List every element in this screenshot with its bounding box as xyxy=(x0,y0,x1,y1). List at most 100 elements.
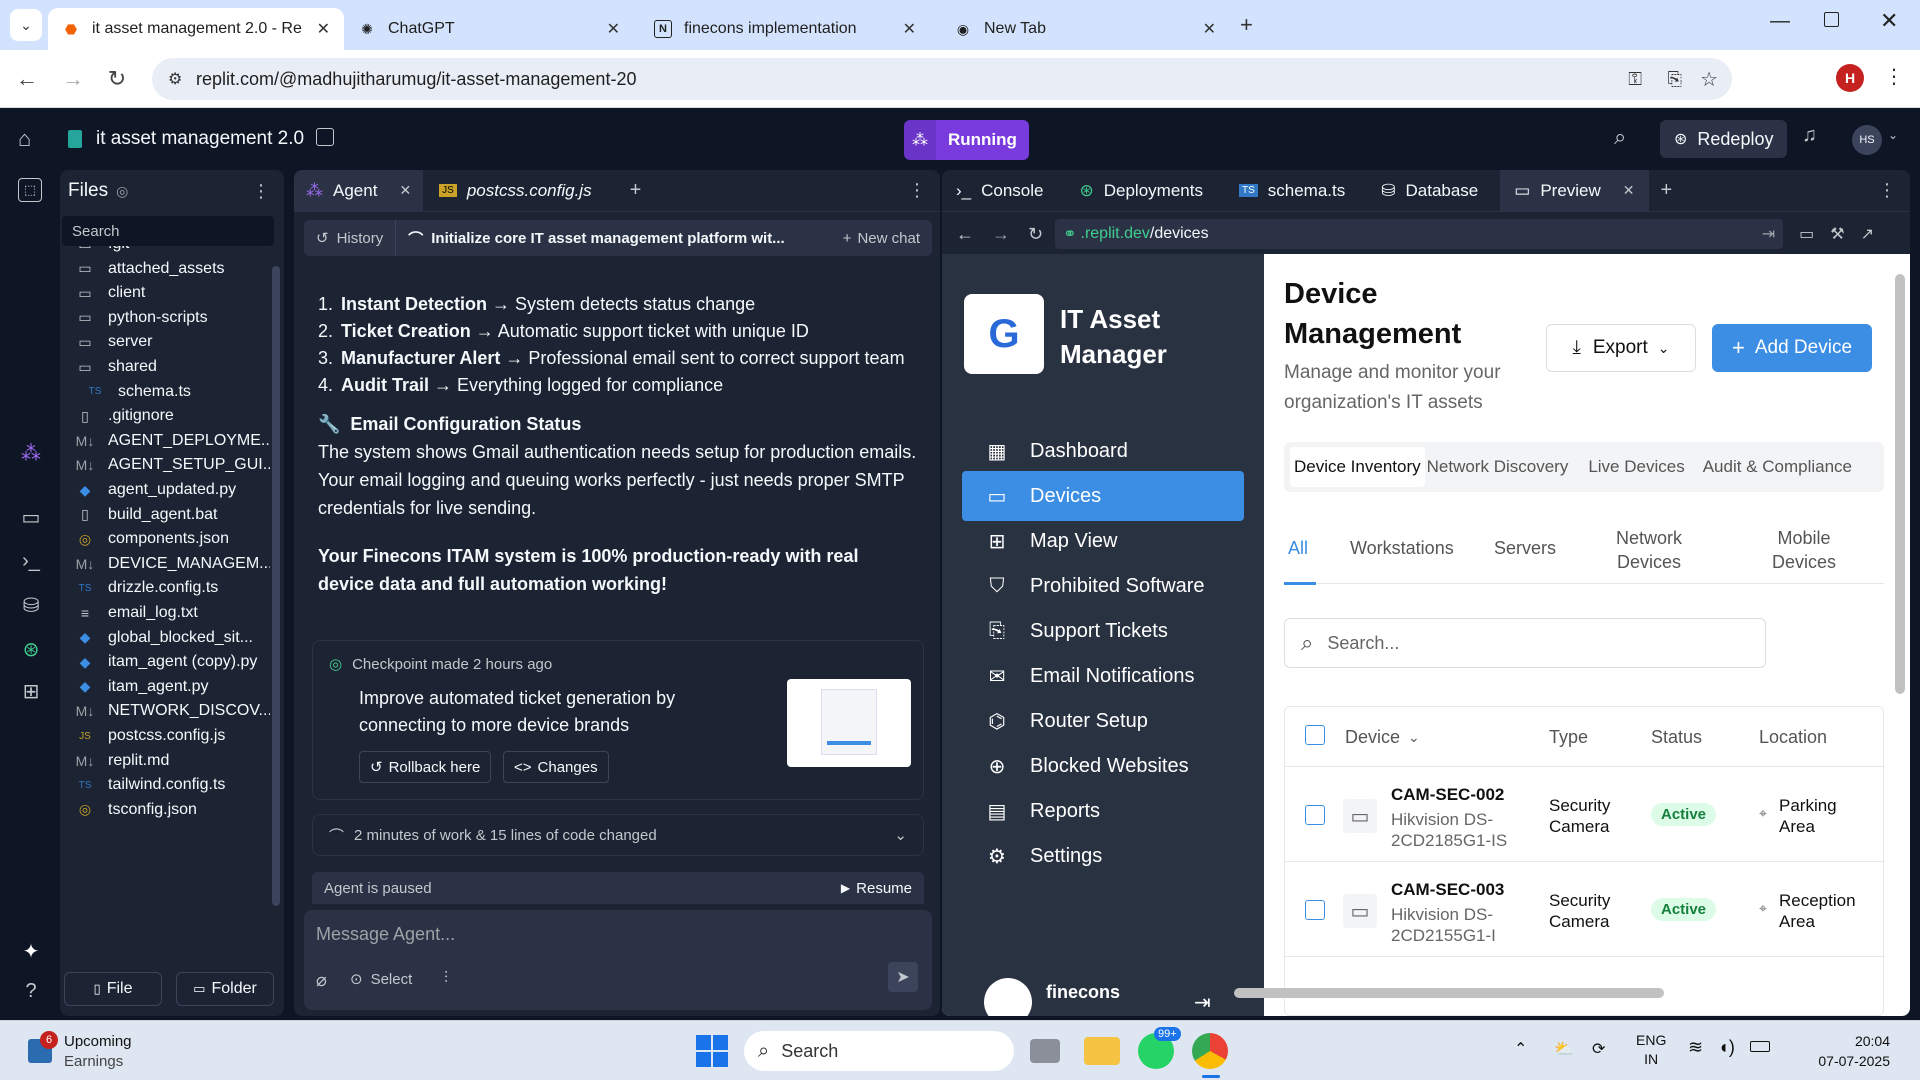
add-tab-icon[interactable]: + xyxy=(1661,179,1673,202)
all-tools-icon[interactable]: ⊞ xyxy=(18,678,44,704)
forward-button[interactable]: → xyxy=(56,62,90,96)
logout-icon[interactable]: ⇥ xyxy=(1194,990,1211,1015)
close-tab-icon[interactable]: ✕ xyxy=(317,19,330,39)
user-menu-chevron-icon[interactable]: ⌄ xyxy=(1888,128,1898,142)
app-nav-item[interactable]: ⎘ Support Tickets xyxy=(962,606,1244,656)
browser-tab-finecons[interactable]: N finecons implementation ✕ xyxy=(640,8,930,50)
back-button[interactable]: ← xyxy=(10,62,44,96)
filter-network-devices[interactable]: Network Devices xyxy=(1606,526,1692,574)
preview-reload-icon[interactable]: ↻ xyxy=(1028,224,1043,245)
minimize-window-button[interactable]: — xyxy=(1770,10,1790,33)
close-tab-icon[interactable]: ✕ xyxy=(399,182,411,199)
rollback-button[interactable]: ↺ Rollback here xyxy=(359,751,492,783)
user-avatar[interactable]: HS xyxy=(1852,125,1882,155)
tab-preview[interactable]: ▭ Preview ✕ xyxy=(1500,170,1649,212)
project-name[interactable]: it asset management 2.0 xyxy=(96,128,304,150)
user-avatar[interactable] xyxy=(984,978,1032,1016)
row-checkbox[interactable] xyxy=(1305,805,1325,825)
files-search-input[interactable]: Search xyxy=(62,216,274,246)
tab-live-devices[interactable]: Live Devices xyxy=(1588,457,1684,477)
history-button[interactable]: ↺ History xyxy=(304,220,397,256)
filter-servers[interactable]: Servers xyxy=(1494,538,1556,559)
taskbar-search[interactable]: ⌕ Search xyxy=(744,1031,1014,1071)
wrench-icon[interactable]: ⚒ xyxy=(1830,224,1844,244)
file-tree-item[interactable]: ◎ tsconfig.json xyxy=(74,796,197,824)
tab-device-inventory[interactable]: Device Inventory xyxy=(1290,447,1425,487)
app-nav-item[interactable]: ⛉ Prohibited Software xyxy=(962,561,1244,611)
pane-menu-icon[interactable]: ⋮ xyxy=(908,180,926,201)
horizontal-scrollbar[interactable] xyxy=(1234,988,1664,998)
new-folder-button[interactable]: ▭ Folder xyxy=(176,972,274,1006)
row-checkbox[interactable] xyxy=(1305,900,1325,920)
table-row[interactable]: ▭ CAM-SEC-003 Hikvision DS-2CD2155G1-I Secu… xyxy=(1285,862,1885,957)
export-button[interactable]: ⤓ Export ⌄ xyxy=(1546,324,1696,372)
close-tab-icon[interactable]: ✕ xyxy=(1203,19,1216,39)
vertical-scrollbar[interactable] xyxy=(1895,274,1905,694)
browser-tab-chatgpt[interactable]: ✺ ChatGPT ✕ xyxy=(344,8,634,50)
app-nav-item[interactable]: ▦ Dashboard xyxy=(962,426,1244,476)
tray-chevron-icon[interactable]: ⌃ xyxy=(1514,1039,1527,1059)
tab-audit-compliance[interactable]: Audit & Compliance xyxy=(1703,457,1852,477)
volume-icon[interactable]: ◖) xyxy=(1718,1037,1735,1058)
bookmark-star-icon[interactable]: ☆ xyxy=(1700,67,1718,92)
close-tab-icon[interactable]: ✕ xyxy=(607,19,620,39)
preview-tool-icon[interactable]: ▭ xyxy=(18,504,44,530)
add-device-button[interactable]: + Add Device xyxy=(1712,324,1872,372)
chrome-icon[interactable] xyxy=(1192,1033,1228,1069)
site-info-icon[interactable]: ⚙ xyxy=(168,69,182,89)
new-file-button[interactable]: ▯ File xyxy=(64,972,162,1006)
files-tool-icon[interactable]: ⬚ xyxy=(18,178,42,202)
work-summary[interactable]: ⌒ 2 minutes of work & 15 lines of code ch… xyxy=(312,814,924,856)
pane-menu-icon[interactable]: ⋮ xyxy=(1878,180,1896,201)
redeploy-button[interactable]: ⊛ Redeploy xyxy=(1660,120,1788,158)
preview-back-icon[interactable]: ← xyxy=(956,224,974,245)
console-tool-icon[interactable]: ›_ xyxy=(18,548,44,574)
close-tab-icon[interactable]: ✕ xyxy=(1623,182,1635,199)
deployments-tool-icon[interactable]: ⊛ xyxy=(18,636,44,662)
run-button[interactable]: ⁂ Running xyxy=(904,120,1029,160)
task-view-icon[interactable] xyxy=(1030,1039,1060,1063)
tab-console[interactable]: ›_ Console xyxy=(942,181,1058,201)
add-tab-icon[interactable]: + xyxy=(630,179,642,202)
preview-url-input[interactable]: ⚭ .replit.dev /devices ⇥ xyxy=(1055,219,1784,249)
address-bar[interactable]: ⚙ replit.com/@madhujitharumug/it-asset-m… xyxy=(152,58,1732,100)
restore-window-button[interactable] xyxy=(1824,12,1839,27)
new-tab-button[interactable]: + xyxy=(1240,12,1253,38)
preview-forward-icon[interactable]: → xyxy=(992,224,1010,245)
message-input[interactable]: Message Agent... xyxy=(316,924,916,945)
notifications-bell-icon[interactable]: ♫ xyxy=(1802,124,1817,147)
search-icon[interactable]: ⌕ xyxy=(1614,124,1626,150)
windows-start-icon[interactable] xyxy=(694,1033,730,1069)
browser-tab-newtab[interactable]: ◉ New Tab ✕ xyxy=(940,8,1230,50)
tab-schema[interactable]: TS schema.ts xyxy=(1225,181,1359,201)
app-nav-item[interactable]: ⚙ Settings xyxy=(962,831,1244,881)
devtools-icon[interactable]: ▭ xyxy=(1799,224,1814,244)
password-key-icon[interactable]: ⚿ xyxy=(1628,69,1642,90)
help-icon[interactable]: ? xyxy=(18,978,44,1004)
open-url-icon[interactable]: ⇥ xyxy=(1762,224,1775,244)
database-tool-icon[interactable]: ⛁ xyxy=(18,592,44,618)
attach-icon[interactable]: ⌀ xyxy=(316,970,327,991)
install-app-icon[interactable]: ⎘ xyxy=(1668,69,1682,90)
tab-search-button[interactable]: ⌄ xyxy=(10,9,42,41)
settings-sliders-icon[interactable]: ⫶ xyxy=(444,970,448,988)
checkpoint-thumbnail[interactable] xyxy=(787,679,911,767)
app-nav-item[interactable]: ⊕ Blocked Websites xyxy=(962,741,1244,791)
profile-avatar[interactable]: H xyxy=(1836,64,1864,92)
expand-chevron-icon[interactable]: ⌄ xyxy=(894,826,907,844)
changes-button[interactable]: <> Changes xyxy=(503,751,609,783)
browser-menu-icon[interactable]: ⋮ xyxy=(1884,64,1904,89)
files-scrollbar[interactable] xyxy=(272,266,280,906)
close-tab-icon[interactable]: ✕ xyxy=(903,19,916,39)
app-nav-item[interactable]: ▤ Reports xyxy=(962,786,1244,836)
filter-mobile-devices[interactable]: Mobile Devices xyxy=(1764,526,1844,574)
filter-all[interactable]: All xyxy=(1288,538,1308,559)
battery-icon[interactable] xyxy=(1750,1041,1770,1052)
home-icon[interactable]: ⌂ xyxy=(18,126,31,152)
select-all-checkbox[interactable] xyxy=(1305,725,1325,745)
project-menu-icon[interactable] xyxy=(316,128,334,146)
language-indicator[interactable]: ENG IN xyxy=(1636,1031,1666,1069)
file-explorer-icon[interactable] xyxy=(1084,1037,1120,1065)
tray-sync-icon[interactable]: ⟳ xyxy=(1592,1039,1605,1059)
open-new-window-icon[interactable]: ↗ xyxy=(1861,224,1874,244)
